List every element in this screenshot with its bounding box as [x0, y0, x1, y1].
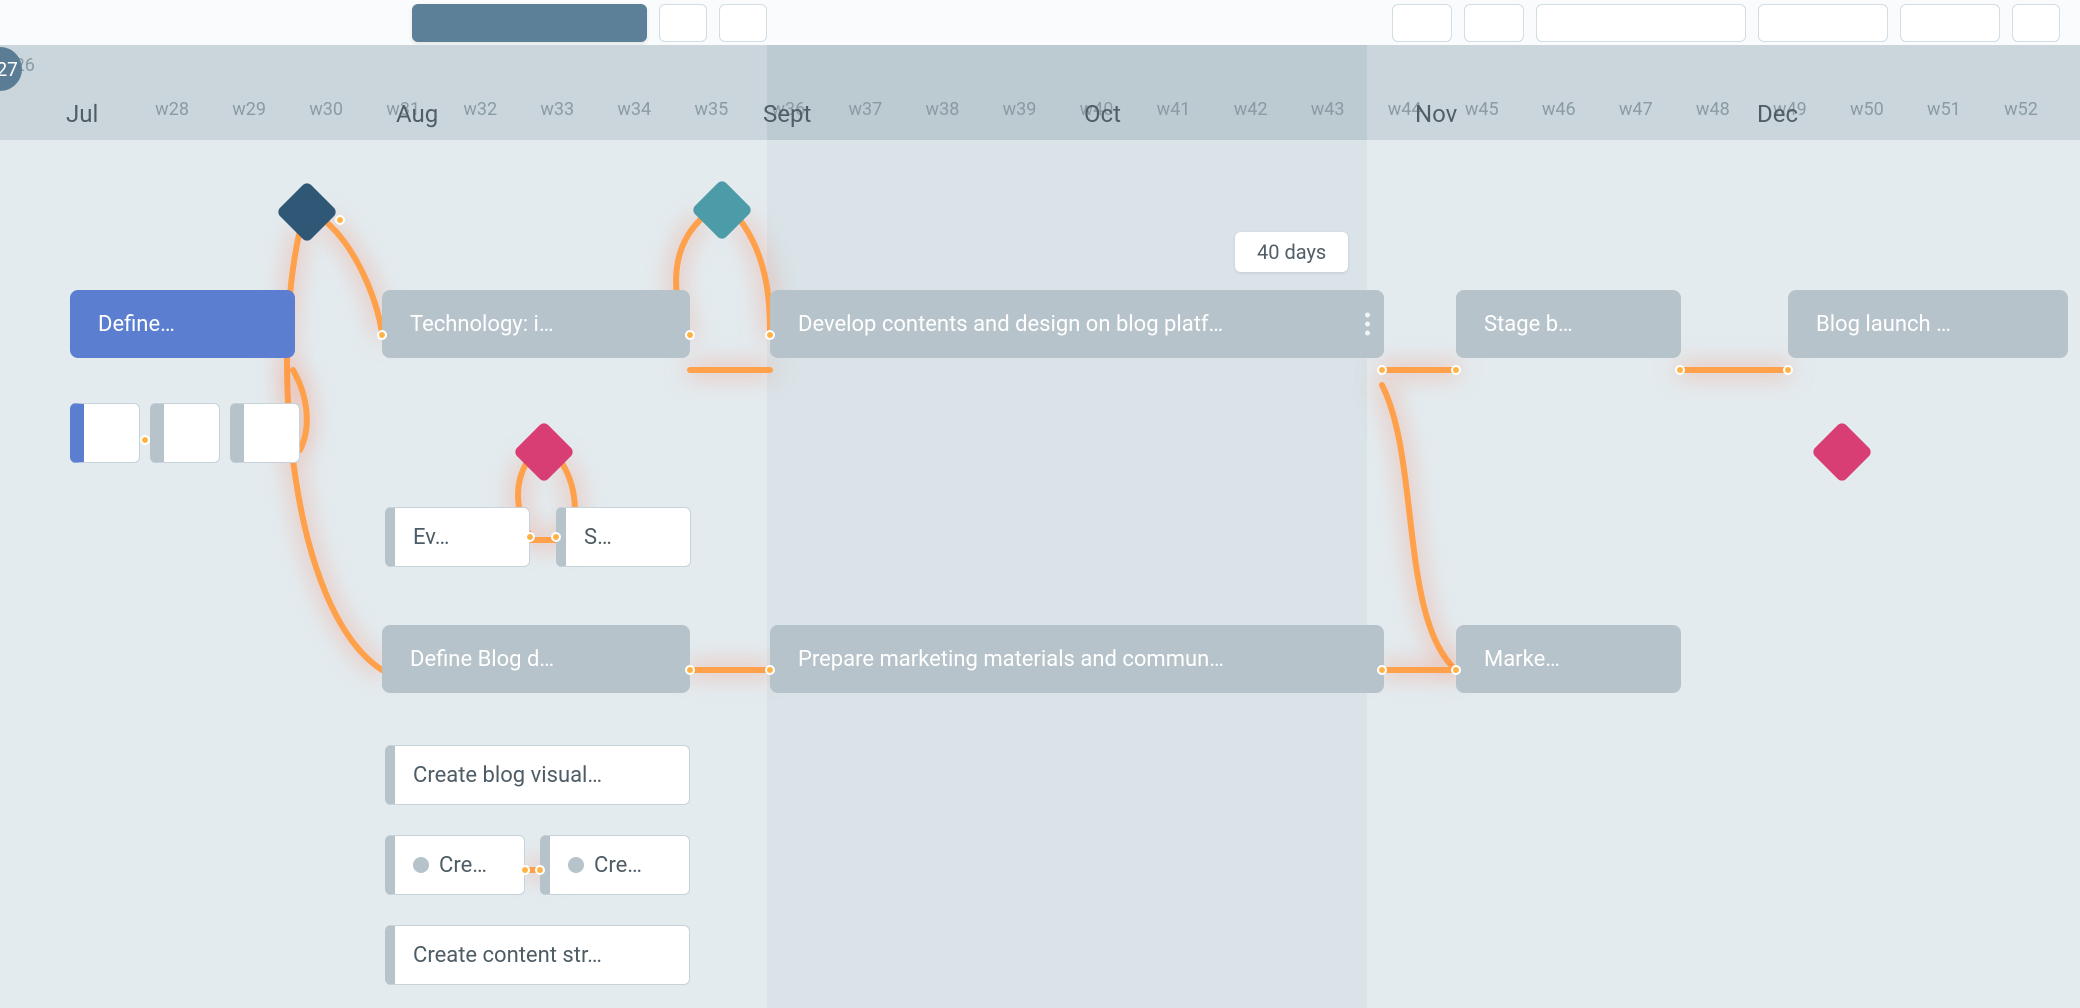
milestone-pink-1[interactable]: [513, 421, 575, 483]
month-label: Sept: [763, 100, 811, 128]
month-row: Jul Aug Sept Oct Nov Dec: [0, 100, 2080, 132]
status-dot-icon: [568, 857, 584, 873]
week-row: w26w27w28w29w30w31w32w33w34w35w36w37w38w…: [0, 55, 2080, 85]
task-label: Create content str…: [413, 943, 602, 968]
toolbar-right-3[interactable]: [1536, 4, 1746, 42]
timeline-header: w26w27w28w29w30w31w32w33w34w35w36w37w38w…: [0, 45, 2080, 140]
toolbar-button-a[interactable]: [659, 4, 707, 42]
task-cre2[interactable]: Cre…: [540, 835, 690, 895]
dep-node: [1377, 365, 1387, 375]
dep-node: [685, 665, 695, 675]
task-label: Cre…: [594, 853, 642, 878]
task-label: Develop contents and design on blog plat…: [798, 312, 1223, 337]
gantt-chart[interactable]: 40 days Define… Technology: i… Develop c…: [0, 140, 2080, 1008]
milestone-navy[interactable]: [276, 181, 338, 243]
task-create-visual[interactable]: Create blog visual…: [385, 745, 690, 805]
month-label: Nov: [1415, 100, 1457, 128]
month-label: Oct: [1084, 100, 1121, 128]
task-label: Technology: i…: [410, 312, 554, 337]
toolbar-right-5[interactable]: [1900, 4, 2000, 42]
dep-node: [765, 330, 775, 340]
dep-node: [1675, 365, 1685, 375]
task-define-blog[interactable]: Define Blog d…: [382, 625, 690, 693]
task-label: Define Blog d…: [410, 647, 554, 672]
month-label: Aug: [396, 100, 438, 128]
dep-node: [765, 665, 775, 675]
toolbar-right-2[interactable]: [1464, 4, 1524, 42]
month-label: Dec: [1757, 100, 1798, 128]
toolbar-right-4[interactable]: [1758, 4, 1888, 42]
subtask-c[interactable]: [230, 403, 300, 463]
dep-node: [377, 330, 387, 340]
subtask-a[interactable]: [70, 403, 140, 463]
task-label: Create blog visual…: [413, 763, 602, 788]
task-label: Blog launch …: [1816, 312, 1951, 337]
task-label: Define…: [98, 312, 175, 337]
duration-badge: 40 days: [1235, 232, 1348, 272]
task-develop[interactable]: Develop contents and design on blog plat…: [770, 290, 1384, 358]
task-create-content[interactable]: Create content str…: [385, 925, 690, 985]
dep-node: [520, 865, 530, 875]
task-label: Stage b…: [1484, 312, 1573, 337]
task-s[interactable]: S…: [556, 507, 691, 567]
dep-node: [685, 330, 695, 340]
task-label: S…: [584, 525, 612, 550]
task-launch[interactable]: Blog launch …: [1788, 290, 2068, 358]
more-menu-icon[interactable]: [1365, 313, 1370, 336]
subtask-b[interactable]: [150, 403, 220, 463]
task-technology[interactable]: Technology: i…: [382, 290, 690, 358]
milestone-pink-2[interactable]: [1811, 421, 1873, 483]
dep-node: [1783, 365, 1793, 375]
dep-node: [335, 215, 345, 225]
task-label: Marke…: [1484, 647, 1560, 672]
toolbar-right-1[interactable]: [1392, 4, 1452, 42]
milestone-teal[interactable]: [691, 179, 753, 241]
task-prepare[interactable]: Prepare marketing materials and commun…: [770, 625, 1384, 693]
dep-node: [1377, 665, 1387, 675]
task-cre1[interactable]: Cre…: [385, 835, 525, 895]
toolbar-right-6[interactable]: [2012, 4, 2060, 42]
toolbar: [0, 0, 2080, 45]
task-market[interactable]: Marke…: [1456, 625, 1681, 693]
dep-node: [1451, 365, 1461, 375]
dep-node: [140, 435, 150, 445]
task-define[interactable]: Define…: [70, 290, 295, 358]
dep-node: [1451, 665, 1461, 675]
status-dot-icon: [413, 857, 429, 873]
toolbar-button-b[interactable]: [719, 4, 767, 42]
month-label: Jul: [66, 100, 98, 128]
task-label: Ev…: [413, 525, 449, 550]
dep-node: [551, 532, 561, 542]
task-label: Prepare marketing materials and commun…: [798, 647, 1224, 672]
task-label: Cre…: [439, 853, 487, 878]
week-label-current[interactable]: w27: [0, 47, 22, 91]
dep-node: [525, 532, 535, 542]
task-stage[interactable]: Stage b…: [1456, 290, 1681, 358]
view-switch-active[interactable]: [412, 4, 647, 42]
task-ev[interactable]: Ev…: [385, 507, 530, 567]
dep-node: [535, 865, 545, 875]
